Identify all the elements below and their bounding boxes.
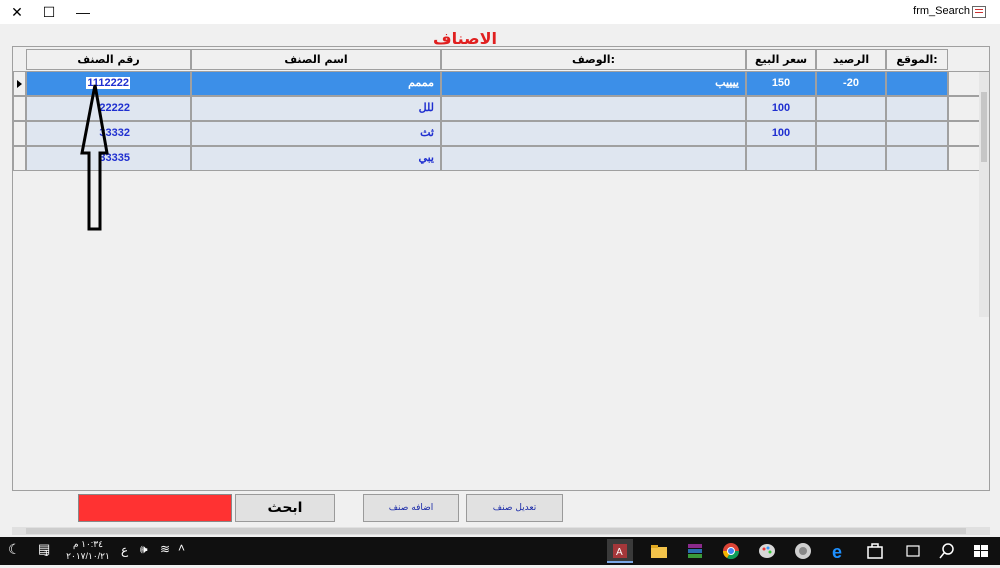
cell-balance[interactable]: -20 [816, 71, 886, 96]
cell-location[interactable] [886, 121, 948, 146]
cell-description[interactable] [441, 146, 746, 171]
access-icon[interactable]: A [607, 539, 633, 563]
task-view-icon[interactable] [900, 539, 926, 563]
volume-icon[interactable]: 🕪 [140, 542, 148, 557]
table-row[interactable]: 22222 للل 100 [13, 96, 989, 121]
row-selector[interactable] [13, 146, 26, 171]
cell-balance[interactable] [816, 121, 886, 146]
header-description[interactable]: الوصف: [441, 49, 746, 70]
header-price[interactable]: سعر البيع [746, 49, 816, 70]
chrome-icon[interactable] [718, 539, 744, 563]
scroll-thumb[interactable] [26, 528, 966, 534]
cell-location[interactable] [886, 146, 948, 171]
paint-icon[interactable] [754, 539, 780, 563]
record-pointer-icon [17, 80, 22, 88]
chevron-up-icon[interactable]: ˄ [178, 541, 185, 555]
row-selector[interactable] [13, 96, 26, 121]
table-row[interactable]: 1112222 مممم ييييب 150 -20 [13, 71, 989, 96]
cell-description[interactable] [441, 96, 746, 121]
start-icon[interactable] [968, 539, 994, 563]
notification-count: 1 [44, 549, 49, 558]
horizontal-scrollbar[interactable] [12, 527, 990, 535]
cell-price[interactable]: 100 [746, 96, 816, 121]
header-location[interactable]: الموقع: [886, 49, 948, 70]
cell-name[interactable]: للل [191, 96, 441, 121]
arrow-up-annotation-icon [80, 84, 109, 231]
cell-price[interactable] [746, 146, 816, 171]
header-item-name[interactable]: اسم الصنف [191, 49, 441, 70]
header-balance[interactable]: الرصيد [816, 49, 886, 70]
cell-name[interactable]: مممم [191, 71, 441, 96]
input-language[interactable]: ع [121, 543, 128, 557]
cell-name[interactable]: ثث [191, 121, 441, 146]
form-icon [972, 6, 986, 18]
table-row[interactable]: 33332 ثث 100 [13, 121, 989, 146]
ie-icon[interactable]: e [826, 539, 852, 563]
store-icon[interactable] [862, 539, 888, 563]
vertical-scrollbar[interactable] [979, 72, 989, 317]
wifi-icon[interactable]: ≋ [160, 542, 170, 556]
title-bar: ✕ ☐ — frm_Search [0, 0, 1000, 24]
row-selector[interactable] [13, 121, 26, 146]
cell-price[interactable]: 150 [746, 71, 816, 96]
winrar-icon[interactable] [682, 539, 708, 563]
svg-text:A: A [616, 547, 623, 558]
clock-time: ١٠:٣٤ م [73, 539, 103, 549]
close-button[interactable]: ✕ [0, 0, 34, 24]
cell-name[interactable]: يبي [191, 146, 441, 171]
minimize-button[interactable]: — [66, 0, 100, 24]
header-item-code[interactable]: رقم الصنف [26, 49, 191, 70]
scroll-thumb[interactable] [981, 92, 987, 162]
cell-balance[interactable] [816, 146, 886, 171]
table-row[interactable]: 33335 يبي [13, 146, 989, 171]
cell-price[interactable]: 100 [746, 121, 816, 146]
cell-description[interactable]: ييييب [441, 71, 746, 96]
file-explorer-icon[interactable] [646, 539, 672, 563]
cell-location[interactable] [886, 96, 948, 121]
cell-location[interactable] [886, 71, 948, 96]
svg-text:e: e [832, 542, 842, 562]
search-input[interactable] [78, 494, 232, 522]
taskbar: ☾ ▤ 1 ١٠:٣٤ م ٢٠١٧/١٠/٢١ ع 🕪 ≋ ˄ A e [0, 537, 1000, 565]
add-item-button[interactable]: اضافه صنف [363, 494, 459, 522]
search-button[interactable]: ابحث [235, 494, 335, 522]
skype-icon[interactable] [790, 539, 816, 563]
cell-balance[interactable] [816, 96, 886, 121]
clock[interactable]: ١٠:٣٤ م ٢٠١٧/١٠/٢١ [60, 538, 116, 562]
search-icon[interactable] [934, 539, 960, 563]
quiet-hours-icon[interactable]: ☾ [8, 541, 21, 558]
row-selector[interactable] [13, 71, 26, 96]
clock-date: ٢٠١٧/١٠/٢١ [66, 551, 110, 561]
cell-description[interactable] [441, 121, 746, 146]
window-title: frm_Search [913, 5, 970, 17]
maximize-button[interactable]: ☐ [32, 0, 66, 24]
edit-item-button[interactable]: تعديل صنف [466, 494, 563, 522]
items-grid: الموقع: الرصيد سعر البيع الوصف: اسم الصن… [12, 46, 990, 491]
